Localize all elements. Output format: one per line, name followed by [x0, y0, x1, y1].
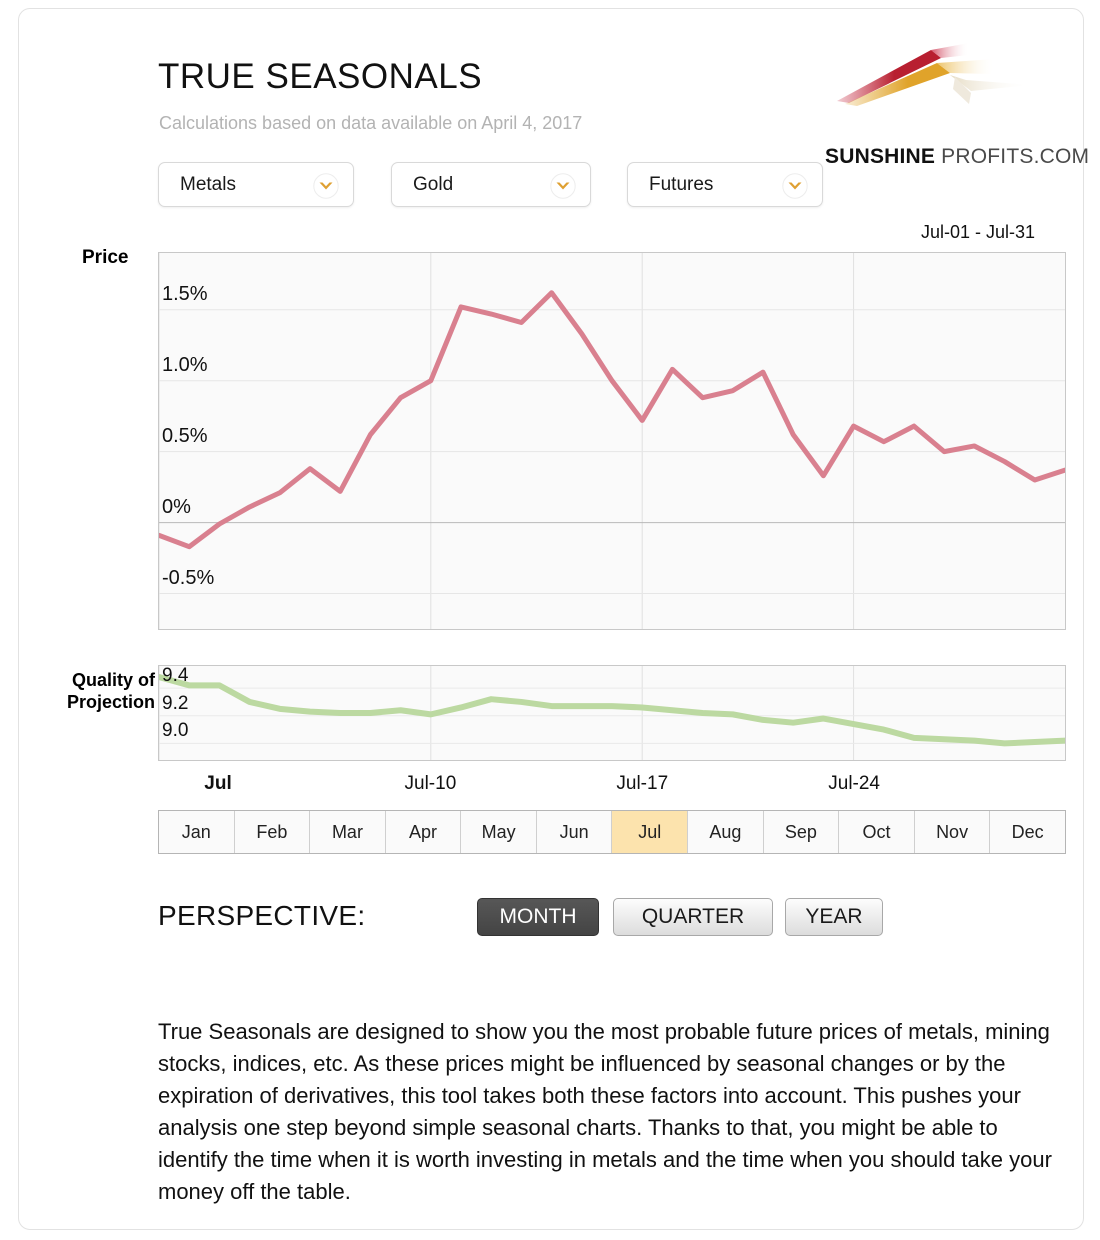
logo-wordmark: SUNSHINE PROFITS.COM	[825, 145, 1089, 169]
month-selector[interactable]: Jan Feb Mar Apr May Jun Jul Aug Sep Oct Nov Dec	[158, 810, 1066, 854]
instrument-select-value: Gold	[413, 174, 454, 195]
month-item-dec[interactable]: Dec	[990, 811, 1065, 853]
perspective-year-button[interactable]: YEAR	[785, 898, 883, 936]
month-item-jun[interactable]: Jun	[536, 811, 613, 853]
x-tick-label: Jul-10	[404, 773, 457, 794]
price-chart-canvas	[156, 253, 1068, 629]
logo-word-sunshine: SUNSHINE	[825, 145, 936, 168]
price-y-tick-label: 0.5%	[162, 424, 208, 447]
price-seasonal-chart	[156, 252, 1068, 630]
perspective-month-button[interactable]: MONTH	[477, 898, 599, 936]
sunshine-profits-logo: SUNSHINE PROFITS.COM	[819, 41, 1089, 168]
price-y-tick-label: 1.0%	[162, 353, 208, 376]
contract-select-value: Futures	[649, 174, 714, 195]
month-item-aug[interactable]: Aug	[688, 811, 764, 853]
instrument-select[interactable]: Gold	[391, 162, 591, 207]
month-item-feb[interactable]: Feb	[234, 811, 311, 853]
chevron-down-icon	[782, 173, 808, 199]
quality-chart-canvas	[156, 666, 1068, 760]
quality-axis-title-line2: Projection	[66, 692, 155, 712]
quality-y-tick-label: 9.0	[162, 720, 189, 742]
month-item-jan[interactable]: Jan	[159, 811, 235, 853]
month-item-apr[interactable]: Apr	[385, 811, 462, 853]
logo-rays-icon	[837, 43, 1031, 106]
month-item-mar[interactable]: Mar	[310, 811, 386, 853]
contract-select[interactable]: Futures	[627, 162, 823, 207]
page-subtitle: Calculations based on data available on …	[159, 113, 583, 133]
quality-of-projection-chart	[156, 665, 1068, 761]
x-tick-label: Jul-17	[616, 773, 669, 794]
month-item-may[interactable]: May	[461, 811, 537, 853]
price-y-tick-label: 1.5%	[162, 282, 208, 305]
price-y-tick-label: 0%	[162, 495, 191, 518]
price-y-tick-label: -0.5%	[162, 566, 215, 589]
date-range-label: Jul-01 - Jul-31	[920, 222, 1035, 242]
month-item-nov[interactable]: Nov	[914, 811, 991, 853]
x-tick-label: Jul-24	[828, 773, 880, 794]
x-tick-label: Jul	[204, 773, 232, 794]
chevron-down-icon	[550, 173, 576, 199]
logo-word-profitscom: PROFITS.COM	[935, 145, 1090, 168]
month-item-jul[interactable]: Jul	[612, 811, 689, 853]
category-select-value: Metals	[180, 174, 236, 195]
app-card: TRUE SEASONALS Calculations based on dat…	[18, 8, 1089, 1230]
month-item-sep[interactable]: Sep	[763, 811, 840, 853]
true-seasonals-page: TRUE SEASONALS Calculations based on dat…	[0, 0, 1100, 1240]
perspective-quarter-button[interactable]: QUARTER	[613, 898, 773, 936]
perspective-label: PERSPECTIVE:	[158, 900, 366, 931]
description-text: True Seasonals are designed to show you …	[158, 1019, 1052, 1204]
quality-y-tick-label: 9.4	[162, 665, 189, 687]
chevron-down-icon	[313, 173, 339, 199]
category-select[interactable]: Metals	[158, 162, 354, 207]
quality-axis-title-line1: Quality of	[71, 670, 155, 690]
page-title: TRUE SEASONALS	[158, 57, 483, 96]
month-item-oct[interactable]: Oct	[839, 811, 915, 853]
price-axis-title: Price	[82, 247, 129, 268]
quality-y-tick-label: 9.2	[162, 692, 189, 714]
quality-axis-title: Quality of Projection	[51, 669, 155, 713]
